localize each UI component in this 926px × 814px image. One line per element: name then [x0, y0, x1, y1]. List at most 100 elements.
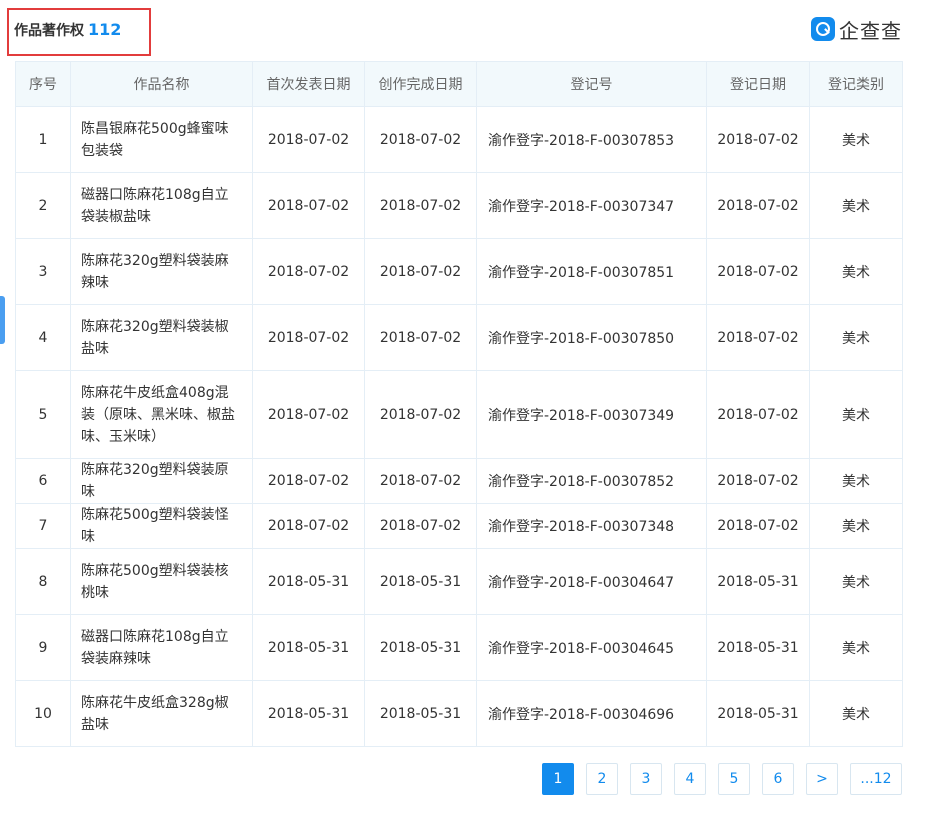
cell-category: 美术: [809, 458, 903, 504]
page-last-button[interactable]: ...12: [850, 763, 902, 795]
cell-work-name[interactable]: 磁器口陈麻花108g自立袋装椒盐味: [70, 172, 253, 239]
page-button-5[interactable]: 5: [718, 763, 750, 795]
cell-category: 美术: [809, 503, 903, 549]
cell-first-publish-date: 2018-05-31: [252, 614, 365, 681]
cell-first-publish-date: 2018-07-02: [252, 106, 365, 173]
cell-index: 8: [15, 548, 71, 615]
cell-index: 7: [15, 503, 71, 549]
brand-logo: 企查查: [811, 16, 902, 43]
cell-registration-number: 渝作登字-2018-F-00307852: [476, 458, 707, 504]
cell-first-publish-date: 2018-07-02: [252, 304, 365, 371]
cell-registration-date: 2018-07-02: [706, 172, 810, 239]
cell-index: 6: [15, 458, 71, 504]
cell-category: 美术: [809, 304, 903, 371]
cell-index: 2: [15, 172, 71, 239]
cell-category: 美术: [809, 680, 903, 747]
cell-registration-number: 渝作登字-2018-F-00307851: [476, 238, 707, 305]
cell-registration-date: 2018-07-02: [706, 106, 810, 173]
cell-registration-number: 渝作登字-2018-F-00307347: [476, 172, 707, 239]
copyright-table: 序号 作品名称 首次发表日期 创作完成日期 登记号 登记日期 登记类别 1 陈昌银…: [15, 61, 903, 747]
cell-work-name[interactable]: 陈麻花500g塑料袋装怪味: [70, 503, 253, 549]
cell-registration-date: 2018-07-02: [706, 370, 810, 459]
cell-completion-date: 2018-05-31: [364, 614, 477, 681]
cell-work-name[interactable]: 陈麻花320g塑料袋装椒盐味: [70, 304, 253, 371]
cell-first-publish-date: 2018-07-02: [252, 370, 365, 459]
cell-registration-number: 渝作登字-2018-F-00307348: [476, 503, 707, 549]
cell-category: 美术: [809, 548, 903, 615]
page-button-2[interactable]: 2: [586, 763, 618, 795]
table-header-row: 序号 作品名称 首次发表日期 创作完成日期 登记号 登记日期 登记类别: [15, 61, 903, 107]
cell-first-publish-date: 2018-07-02: [252, 238, 365, 305]
cell-work-name[interactable]: 陈麻花牛皮纸盒328g椒盐味: [70, 680, 253, 747]
cell-completion-date: 2018-05-31: [364, 548, 477, 615]
cell-completion-date: 2018-07-02: [364, 172, 477, 239]
cell-completion-date: 2018-07-02: [364, 370, 477, 459]
table-row: 8 陈麻花500g塑料袋装核桃味 2018-05-31 2018-05-31 渝作登字-…: [15, 548, 903, 615]
col-header-work-name: 作品名称: [70, 61, 253, 107]
cell-index: 5: [15, 370, 71, 459]
col-header-completion-date: 创作完成日期: [364, 61, 477, 107]
col-header-index: 序号: [15, 61, 71, 107]
page-button-3[interactable]: 3: [630, 763, 662, 795]
cell-category: 美术: [809, 614, 903, 681]
table-row: 10 陈麻花牛皮纸盒328g椒盐味 2018-05-31 2018-05-31 渝作登字…: [15, 680, 903, 747]
side-collapse-tab[interactable]: [0, 296, 5, 344]
col-header-registration-number: 登记号: [476, 61, 707, 107]
cell-completion-date: 2018-07-02: [364, 503, 477, 549]
cell-first-publish-date: 2018-05-31: [252, 680, 365, 747]
cell-work-name[interactable]: 陈昌银麻花500g蜂蜜味包装袋: [70, 106, 253, 173]
cell-registration-date: 2018-07-02: [706, 458, 810, 504]
cell-registration-date: 2018-05-31: [706, 548, 810, 615]
cell-registration-date: 2018-07-02: [706, 503, 810, 549]
col-header-registration-date: 登记日期: [706, 61, 810, 107]
cell-registration-number: 渝作登字-2018-F-00307853: [476, 106, 707, 173]
cell-first-publish-date: 2018-07-02: [252, 172, 365, 239]
cell-first-publish-date: 2018-07-02: [252, 458, 365, 504]
cell-index: 9: [15, 614, 71, 681]
table-row: 2 磁器口陈麻花108g自立袋装椒盐味 2018-07-02 2018-07-02 渝作…: [15, 172, 903, 239]
page-button-1[interactable]: 1: [542, 763, 574, 795]
cell-category: 美术: [809, 106, 903, 173]
page-next-button[interactable]: >: [806, 763, 838, 795]
cell-index: 10: [15, 680, 71, 747]
cell-completion-date: 2018-05-31: [364, 680, 477, 747]
page-button-6[interactable]: 6: [762, 763, 794, 795]
cell-registration-number: 渝作登字-2018-F-00307349: [476, 370, 707, 459]
cell-category: 美术: [809, 172, 903, 239]
cell-registration-date: 2018-07-02: [706, 304, 810, 371]
table-row: 1 陈昌银麻花500g蜂蜜味包装袋 2018-07-02 2018-07-02 渝作登字…: [15, 106, 903, 173]
cell-index: 1: [15, 106, 71, 173]
table-row: 7 陈麻花500g塑料袋装怪味 2018-07-02 2018-07-02 渝作登字-2…: [15, 503, 903, 549]
section-title: 作品著作权 112: [14, 20, 121, 40]
pagination: 1 2 3 4 5 6 > ...12: [530, 763, 902, 795]
cell-registration-number: 渝作登字-2018-F-00304696: [476, 680, 707, 747]
cell-work-name[interactable]: 陈麻花320g塑料袋装原味: [70, 458, 253, 504]
cell-registration-number: 渝作登字-2018-F-00307850: [476, 304, 707, 371]
cell-work-name[interactable]: 磁器口陈麻花108g自立袋装麻辣味: [70, 614, 253, 681]
cell-registration-date: 2018-07-02: [706, 238, 810, 305]
cell-first-publish-date: 2018-07-02: [252, 503, 365, 549]
logo-search-icon: [811, 17, 835, 41]
table-row: 9 磁器口陈麻花108g自立袋装麻辣味 2018-05-31 2018-05-31 渝作…: [15, 614, 903, 681]
page-button-4[interactable]: 4: [674, 763, 706, 795]
col-header-category: 登记类别: [809, 61, 903, 107]
table-row: 6 陈麻花320g塑料袋装原味 2018-07-02 2018-07-02 渝作登字-2…: [15, 458, 903, 504]
cell-work-name[interactable]: 陈麻花500g塑料袋装核桃味: [70, 548, 253, 615]
section-count: 112: [88, 20, 122, 39]
cell-completion-date: 2018-07-02: [364, 238, 477, 305]
cell-registration-number: 渝作登字-2018-F-00304647: [476, 548, 707, 615]
table-row: 5 陈麻花牛皮纸盒408g混装（原味、黑米味、椒盐味、玉米味） 2018-07-02…: [15, 370, 903, 459]
col-header-first-publish-date: 首次发表日期: [252, 61, 365, 107]
logo-text: 企查查: [839, 18, 902, 43]
cell-work-name[interactable]: 陈麻花320g塑料袋装麻辣味: [70, 238, 253, 305]
table-row: 3 陈麻花320g塑料袋装麻辣味 2018-07-02 2018-07-02 渝作登字-…: [15, 238, 903, 305]
cell-work-name[interactable]: 陈麻花牛皮纸盒408g混装（原味、黑米味、椒盐味、玉米味）: [70, 370, 253, 459]
table-row: 4 陈麻花320g塑料袋装椒盐味 2018-07-02 2018-07-02 渝作登字-…: [15, 304, 903, 371]
cell-registration-date: 2018-05-31: [706, 680, 810, 747]
cell-index: 3: [15, 238, 71, 305]
cell-completion-date: 2018-07-02: [364, 458, 477, 504]
cell-registration-number: 渝作登字-2018-F-00304645: [476, 614, 707, 681]
cell-registration-date: 2018-05-31: [706, 614, 810, 681]
cell-category: 美术: [809, 238, 903, 305]
cell-first-publish-date: 2018-05-31: [252, 548, 365, 615]
